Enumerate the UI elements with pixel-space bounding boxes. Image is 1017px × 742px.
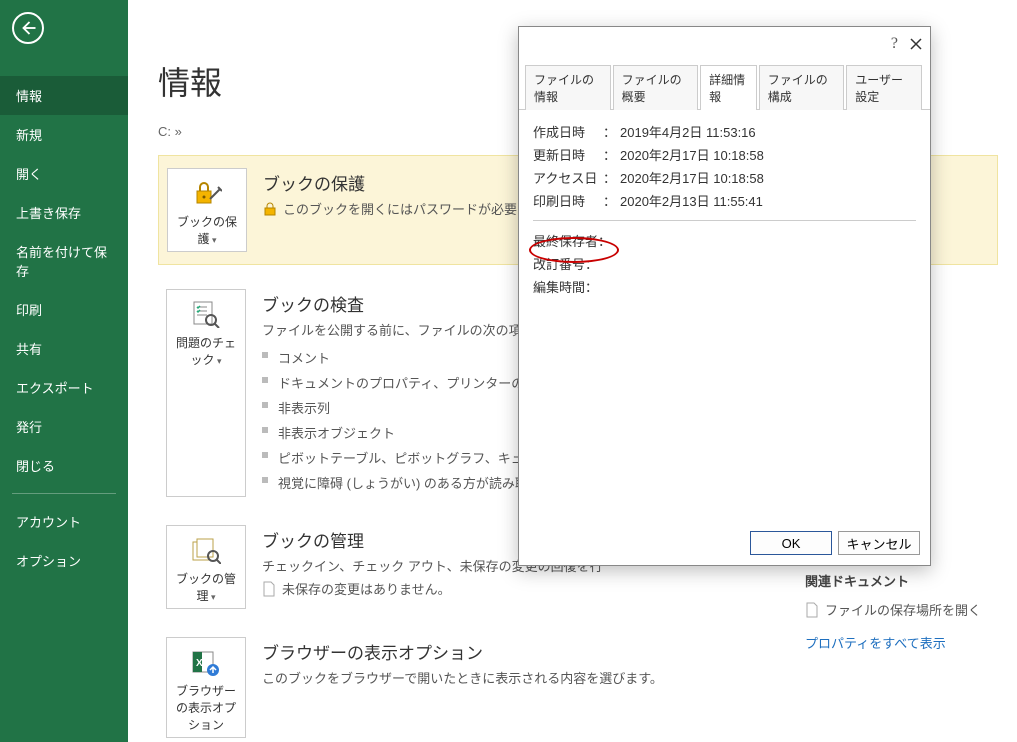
sidebar-item-open[interactable]: 開く [0, 154, 128, 193]
sidebar-item-publish[interactable]: 発行 [0, 407, 128, 446]
document-icon [805, 602, 819, 618]
browser-tile-label: ブラウザーの表示オプション [171, 682, 241, 733]
sidebar-item-print[interactable]: 印刷 [0, 290, 128, 329]
browser-note: このブックをブラウザーで開いたときに表示される内容を選びます。 [262, 668, 1005, 687]
dlg-label: 作成日時 [533, 122, 599, 141]
sidebar-item-info[interactable]: 情報 [0, 76, 128, 115]
sidebar-item-new[interactable]: 新規 [0, 115, 128, 154]
excel-upload-icon: X [191, 648, 221, 676]
tab-statistics[interactable]: 詳細情報 [700, 65, 757, 110]
inspect-tile-label: 問題のチェック [171, 334, 241, 368]
dlg-label: アクセス日 [533, 168, 599, 187]
protect-tile-label: ブックの保護 [172, 213, 242, 247]
back-arrow-icon [19, 19, 37, 37]
protect-note: このブックを開くにはパスワードが必要です。 [283, 199, 555, 218]
dialog-body: 作成日時：2019年4月2日 11:53:16 更新日時：2020年2月17日 … [519, 110, 930, 308]
manage-tile[interactable]: ブックの管理 [166, 525, 246, 609]
dlg-label: 最終保存者： [533, 231, 611, 250]
sidebar-item-saveas[interactable]: 名前を付けて保存 [0, 232, 128, 290]
checklist-magnifier-icon [191, 300, 221, 328]
dialog-help-button[interactable]: ? [891, 35, 898, 53]
protect-tile[interactable]: ブックの保護 [167, 168, 247, 252]
back-button[interactable] [12, 12, 44, 44]
svg-text:X: X [196, 658, 203, 669]
document-icon [262, 581, 276, 597]
manage-tile-label: ブックの管理 [171, 570, 241, 604]
dialog-tabs: ファイルの情報 ファイルの概要 詳細情報 ファイルの構成 ユーザー設定 [519, 65, 930, 110]
sidebar-item-close[interactable]: 閉じる [0, 446, 128, 485]
tab-user-settings[interactable]: ユーザー設定 [846, 65, 922, 110]
dialog-close-button[interactable] [910, 38, 922, 50]
dlg-label: 更新日時 [533, 145, 599, 164]
show-all-properties-link[interactable]: プロパティをすべて表示 [805, 633, 1005, 652]
related-docs-heading: 関連ドキュメント [805, 571, 1005, 590]
small-lock-icon [263, 202, 277, 216]
dlg-label: 改訂番号： [533, 254, 598, 273]
manage-fileline: 未保存の変更はありません。 [282, 579, 451, 598]
sidebar-item-share[interactable]: 共有 [0, 329, 128, 368]
open-file-location[interactable]: ファイルの保存場所を開く [805, 596, 1005, 623]
inspect-tile[interactable]: 問題のチェック [166, 289, 246, 497]
dlg-value: 2020年2月13日 11:55:41 [620, 191, 763, 210]
dlg-label: 編集時間： [533, 277, 598, 296]
close-icon [910, 38, 922, 50]
dlg-value: 2020年2月17日 10:18:58 [620, 145, 764, 164]
properties-dialog: ? ファイルの情報 ファイルの概要 詳細情報 ファイルの構成 ユーザー設定 作成… [518, 26, 931, 566]
dlg-value: 2020年2月17日 10:18:58 [620, 168, 764, 187]
dialog-buttons: OK キャンセル [750, 531, 920, 555]
lock-icon [192, 179, 222, 207]
sidebar-separator [12, 493, 116, 494]
browser-tile[interactable]: X ブラウザーの表示オプション [166, 637, 246, 738]
sidebar-item-export[interactable]: エクスポート [0, 368, 128, 407]
tab-file-info[interactable]: ファイルの情報 [525, 65, 611, 110]
dlg-label: 印刷日時 [533, 191, 599, 210]
cancel-button[interactable]: キャンセル [838, 531, 920, 555]
tab-file-summary[interactable]: ファイルの概要 [613, 65, 699, 110]
sidebar-item-save[interactable]: 上書き保存 [0, 193, 128, 232]
ok-button[interactable]: OK [750, 531, 832, 555]
versions-icon [191, 536, 221, 564]
sidebar: 情報 新規 開く 上書き保存 名前を付けて保存 印刷 共有 エクスポート 発行 … [0, 56, 128, 742]
sidebar-item-account[interactable]: アカウント [0, 502, 128, 541]
tab-file-contents[interactable]: ファイルの構成 [759, 65, 845, 110]
sidebar-item-options[interactable]: オプション [0, 541, 128, 580]
dlg-value: 2019年4月2日 11:53:16 [620, 122, 756, 141]
dialog-titlebar: ? [519, 27, 930, 61]
dialog-separator [533, 220, 916, 221]
